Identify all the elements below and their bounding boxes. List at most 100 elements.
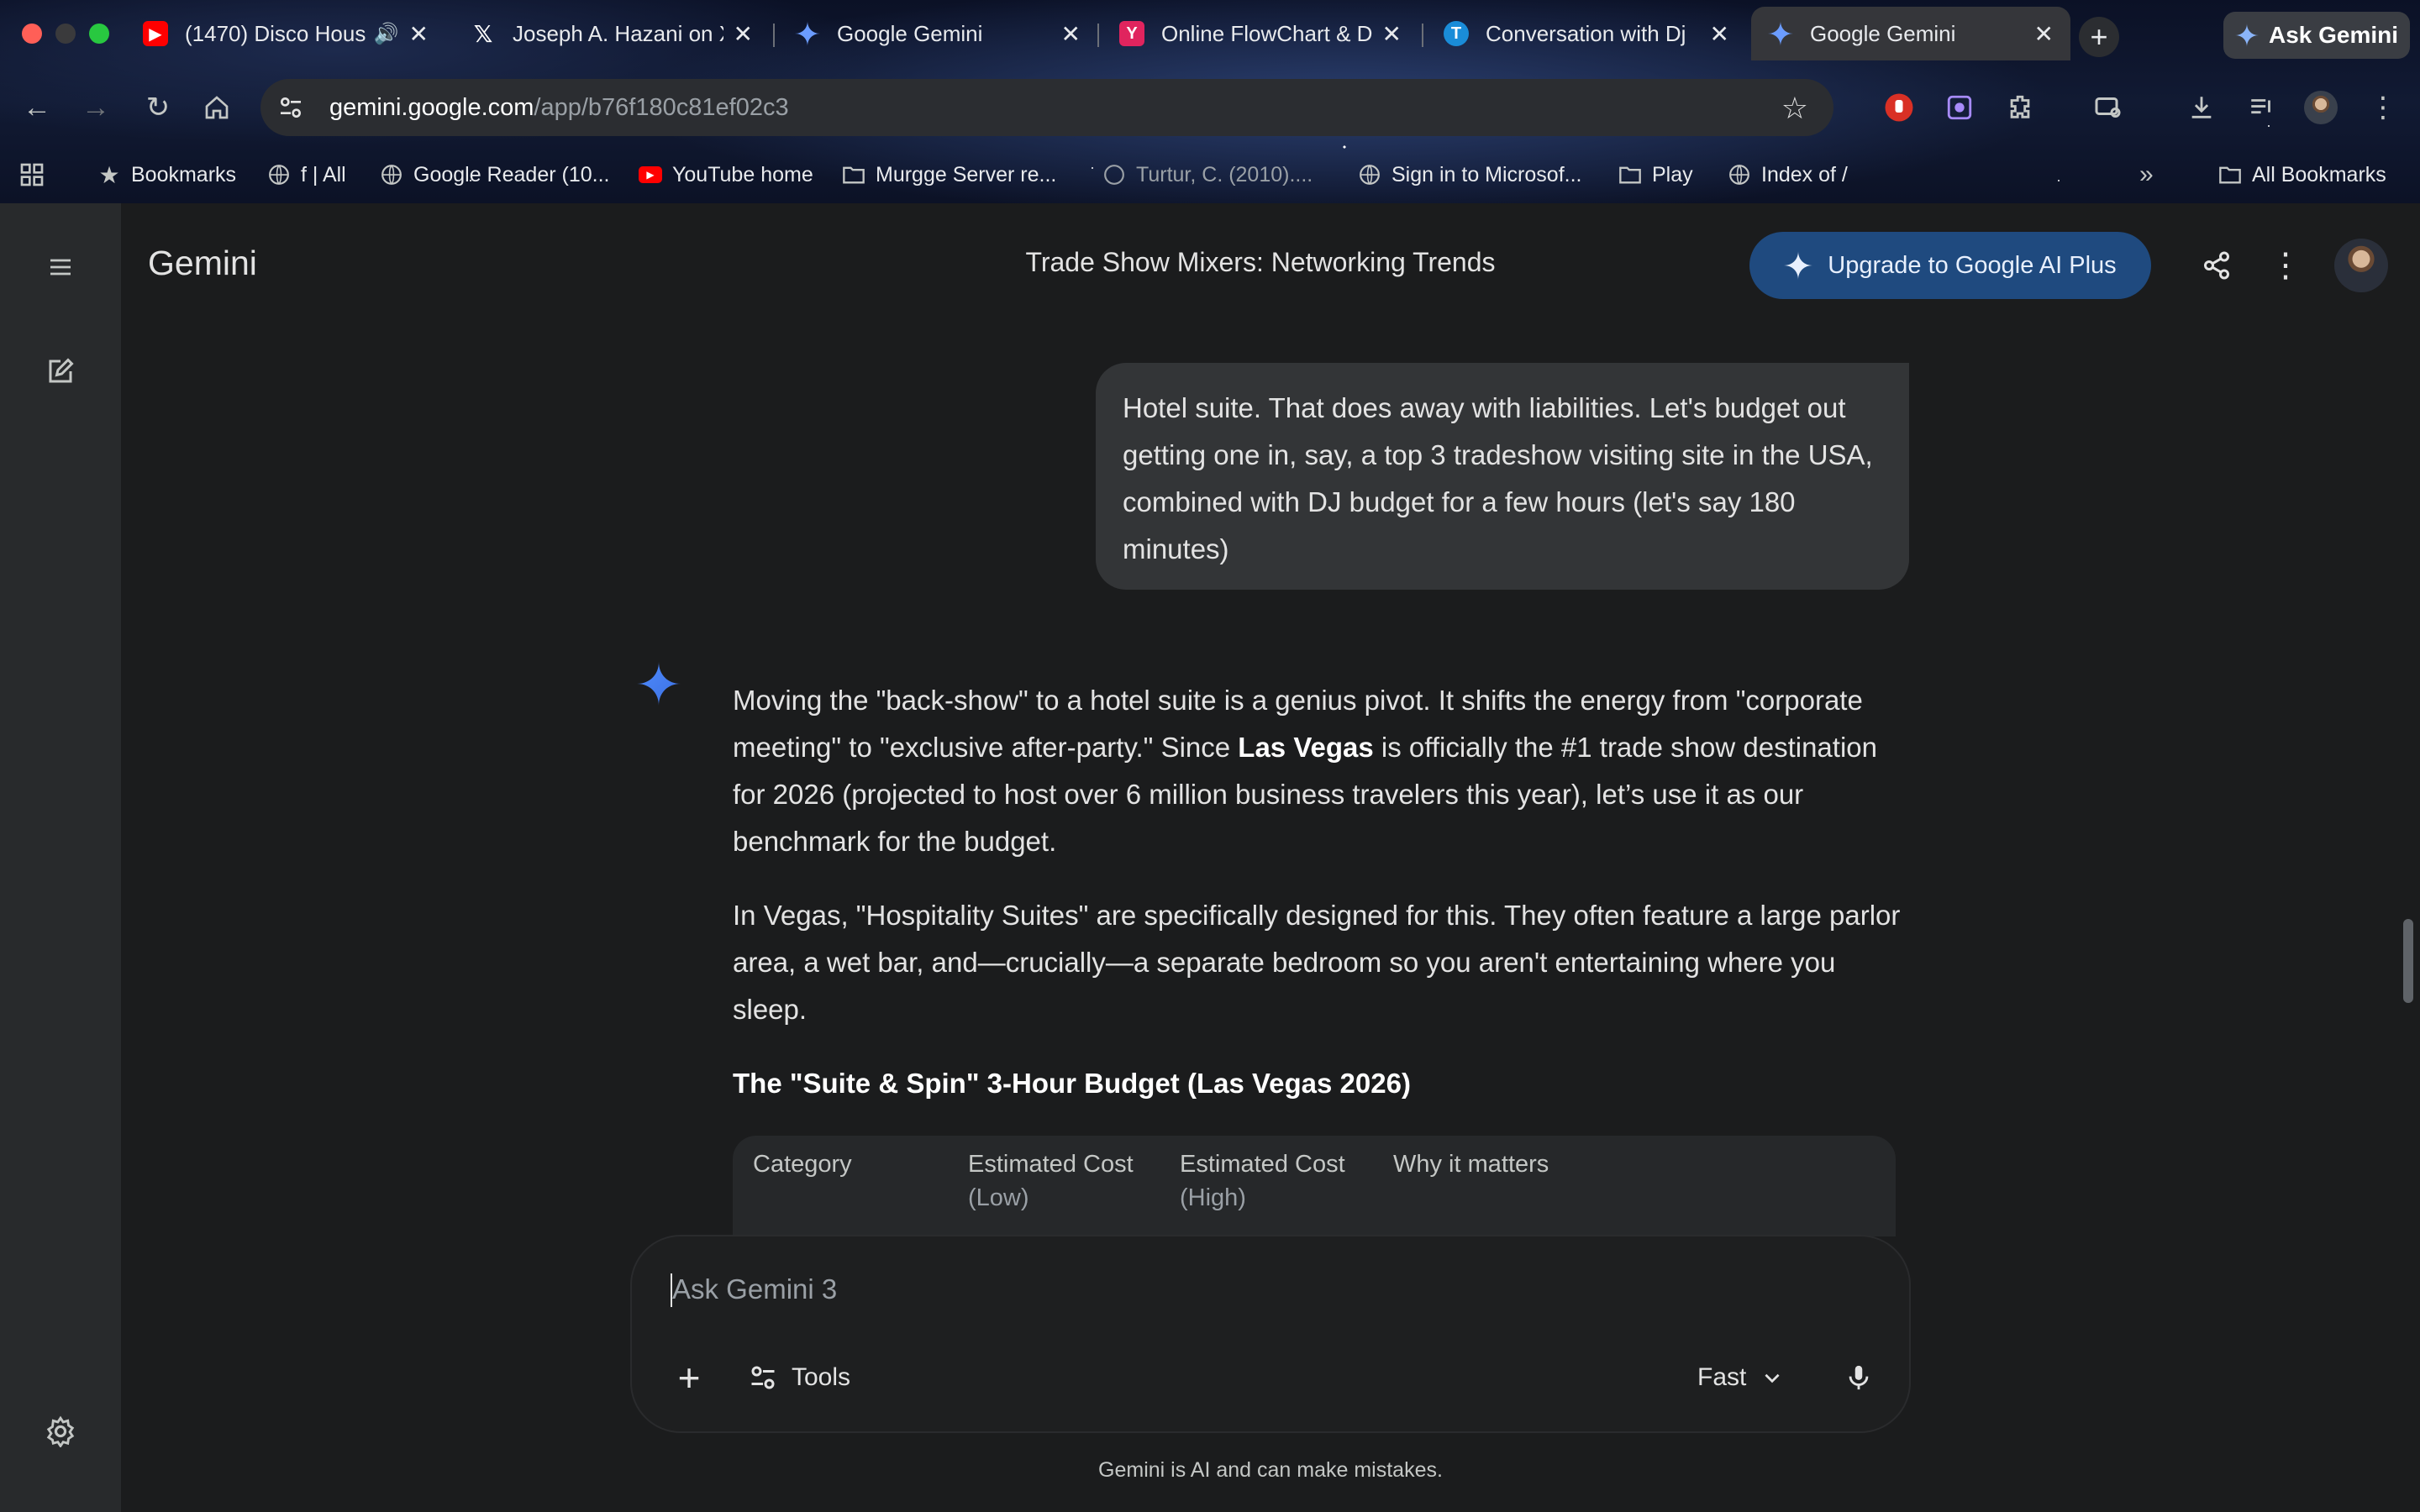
- tab-gemini[interactable]: Google Gemini ✕: [778, 7, 1097, 60]
- column-header-cost-high: Estimated Cost (High): [1180, 1147, 1345, 1215]
- profile-avatar[interactable]: [2302, 89, 2339, 126]
- tab-title: Conversation with Dj: [1486, 20, 1686, 46]
- share-icon: [2204, 251, 2229, 280]
- conversation-title[interactable]: Trade Show Mixers: Networking Trends: [840, 247, 1681, 278]
- folder-icon: [842, 163, 865, 186]
- window-zoom-button[interactable]: [89, 24, 109, 44]
- address-bar[interactable]: gemini.google.com/app/b76f180c81ef02c3 ☆: [260, 79, 1833, 136]
- add-attachment-button[interactable]: +: [666, 1354, 713, 1401]
- settings-button[interactable]: [37, 1408, 84, 1455]
- upgrade-button[interactable]: Upgrade to Google AI Plus: [1749, 232, 2151, 299]
- globe-icon: [1358, 163, 1381, 186]
- all-bookmarks-button[interactable]: All Bookmarks: [2218, 158, 2386, 192]
- x-icon: 𝕏: [473, 20, 493, 47]
- tab-close-icon[interactable]: ✕: [1382, 20, 1402, 48]
- side-rail: [0, 203, 121, 1512]
- bookmark-index-of[interactable]: Index of /: [1728, 158, 1848, 192]
- tab-gemini-active[interactable]: Google Gemini ✕: [1751, 7, 2070, 60]
- reload-button[interactable]: ↻: [139, 89, 176, 126]
- bookmark-turtur[interactable]: Turtur, C. (2010)....: [1102, 158, 1313, 192]
- budget-table-header: Category Estimated Cost (Low) Estimated …: [733, 1136, 1896, 1236]
- globe-icon: [380, 163, 403, 186]
- new-chat-button[interactable]: [37, 348, 84, 395]
- youtube-icon: ▶: [143, 21, 168, 46]
- bookmark-murgge-server[interactable]: Murgge Server re...: [842, 158, 1056, 192]
- bookmark-youtube-home[interactable]: ▶ YouTube home: [639, 158, 813, 192]
- prompt-composer[interactable]: Ask Gemini 3 + Tools Fast: [632, 1236, 1909, 1431]
- bookmark-label: Murgge Server re...: [876, 162, 1057, 186]
- tab-search-icon[interactable]: [2091, 89, 2128, 126]
- bookmark-bookmarks[interactable]: ★ Bookmarks: [97, 158, 236, 192]
- window-minimize-button[interactable]: [55, 24, 76, 44]
- tab-close-icon[interactable]: ✕: [734, 20, 753, 48]
- url-path: /app/b76f180c81ef02c3: [534, 93, 789, 121]
- tab-close-icon[interactable]: ✕: [1710, 20, 1729, 48]
- home-icon: [205, 96, 229, 119]
- gemini-icon: [795, 21, 820, 46]
- tab-divider: [773, 24, 775, 47]
- bookmark-play[interactable]: Play: [1618, 158, 1693, 192]
- bookmark-label: Bookmarks: [131, 162, 237, 186]
- gemini-icon: [1768, 21, 1793, 46]
- tab-divider: [1097, 24, 1099, 47]
- home-button[interactable]: [198, 89, 235, 126]
- bookmark-label: f | All: [301, 162, 346, 186]
- tab-close-icon[interactable]: ✕: [2034, 20, 2054, 48]
- gemini-brand[interactable]: Gemini: [148, 244, 257, 283]
- prompt-input[interactable]: Ask Gemini 3: [672, 1273, 837, 1305]
- edit-icon: [49, 358, 74, 383]
- tab-x[interactable]: 𝕏 Joseph A. Hazani on X ✕: [454, 7, 770, 60]
- page-scrollbar[interactable]: [2403, 919, 2413, 1003]
- tools-icon: [751, 1366, 775, 1389]
- gear-icon: [46, 1415, 75, 1447]
- bookmark-star-icon[interactable]: ☆: [1781, 91, 1808, 126]
- response-paragraph: In Vegas, "Hospitality Suites" are speci…: [733, 900, 1901, 1025]
- extensions-icon[interactable]: [2002, 89, 2039, 126]
- mode-label: Fast: [1697, 1363, 1747, 1391]
- user-message: Hotel suite. That does away with liabili…: [1096, 363, 1909, 590]
- tab-close-icon[interactable]: ✕: [1061, 20, 1081, 48]
- globe-icon: [1728, 163, 1751, 186]
- adblock-extension-icon[interactable]: [1881, 89, 1918, 126]
- header-text: Estimated Cost: [968, 1151, 1134, 1178]
- globe-icon: [1102, 163, 1126, 186]
- tab-flowchart[interactable]: Y Online FlowChart & Diagrams ✕: [1102, 7, 1418, 60]
- downloads-icon[interactable]: [2183, 89, 2220, 126]
- back-button[interactable]: ←: [18, 89, 55, 126]
- more-options-icon[interactable]: ⋮: [2265, 245, 2306, 286]
- main-menu-button[interactable]: [37, 244, 84, 291]
- tab-title: Online FlowChart & Diagrams: [1161, 20, 1372, 46]
- tab-youtube[interactable]: ▶ (1470) Disco House 🔊 ✕: [126, 7, 445, 60]
- bookmark-f-all[interactable]: f | All: [267, 158, 346, 192]
- header-text: Why it matters: [1393, 1151, 1549, 1178]
- media-controls-icon[interactable]: [2244, 89, 2281, 126]
- ask-gemini-button[interactable]: Ask Gemini: [2223, 12, 2410, 59]
- avatar[interactable]: [2334, 239, 2388, 292]
- speaker-icon: 🔊: [373, 22, 399, 45]
- window-close-button[interactable]: [22, 24, 42, 44]
- browser-menu-icon[interactable]: ⋮: [2365, 89, 2402, 126]
- tab-title: Google Gemini: [837, 20, 983, 46]
- header-subtext: (High): [1180, 1184, 1246, 1211]
- url-host: gemini.google.com: [329, 93, 534, 121]
- bookmark-google-reader[interactable]: Google Reader (10...: [380, 158, 609, 192]
- tab-close-icon[interactable]: ✕: [409, 20, 429, 48]
- share-button[interactable]: [2196, 245, 2237, 286]
- chat-icon: T: [1444, 21, 1469, 46]
- column-header-category: Category: [753, 1147, 852, 1181]
- new-tab-button[interactable]: +: [2079, 17, 2119, 57]
- tools-button[interactable]: Tools: [748, 1354, 850, 1401]
- tab-conversation[interactable]: T Conversation with Dj ✕: [1427, 7, 1746, 60]
- header-text: Estimated Cost: [1180, 1151, 1345, 1178]
- bookmark-label: Google Reader (10...: [413, 162, 610, 186]
- bookmarks-overflow-button[interactable]: »: [2139, 158, 2154, 192]
- forward-button[interactable]: →: [77, 89, 114, 126]
- folder-icon: [2218, 163, 2242, 186]
- chevron-down-icon: [1765, 1373, 1780, 1383]
- screenshot-extension-icon[interactable]: [1941, 89, 1978, 126]
- apps-grid-icon[interactable]: [18, 158, 45, 192]
- microphone-button[interactable]: [1835, 1354, 1882, 1401]
- site-info-icon[interactable]: [274, 91, 308, 124]
- bookmark-microsoft-sign-in[interactable]: Sign in to Microsof...: [1358, 158, 1581, 192]
- model-mode-selector[interactable]: Fast: [1697, 1354, 1783, 1401]
